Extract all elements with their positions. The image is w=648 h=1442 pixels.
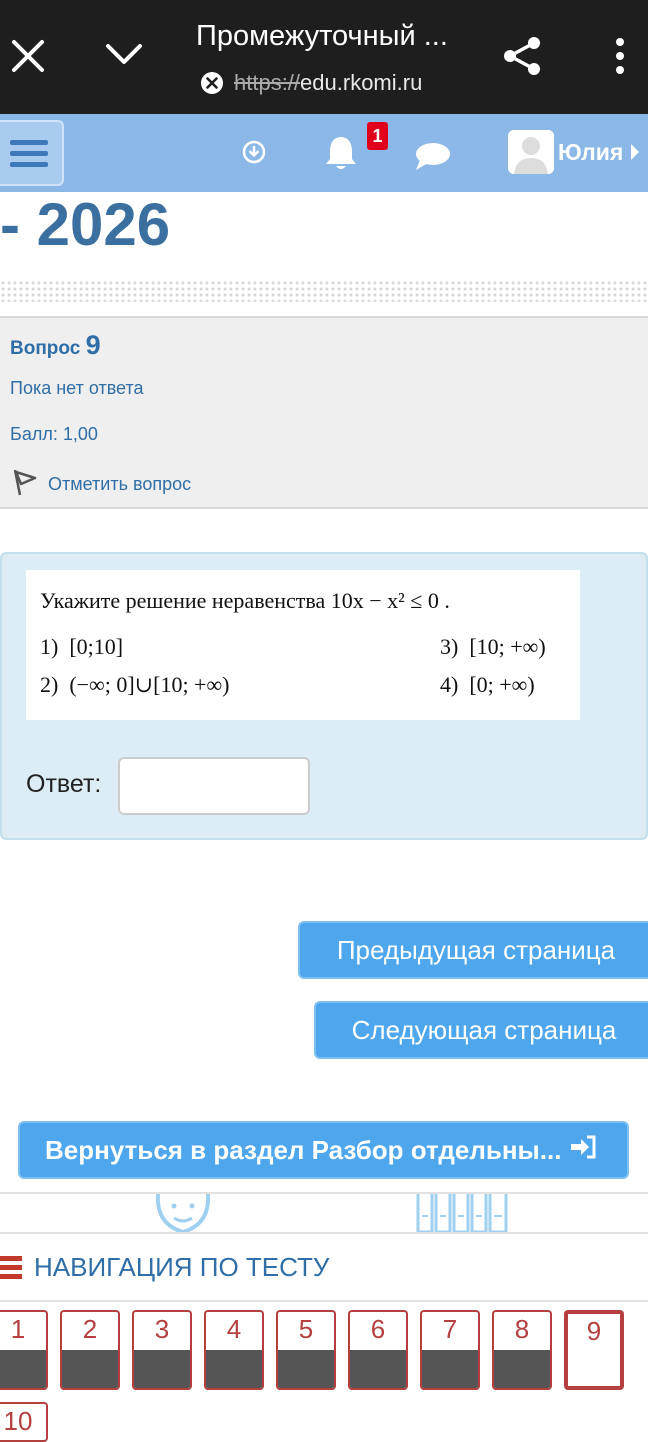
return-to-section-button[interactable]: Вернуться в раздел Разбор отдельны... — [18, 1121, 629, 1179]
page-heading: - 2026 — [0, 191, 171, 258]
quiz-nav-button-8[interactable]: 8 — [492, 1310, 552, 1390]
flag-icon — [12, 468, 38, 501]
quiz-nav-button-9[interactable]: 9 — [564, 1310, 624, 1390]
quiz-navigation-title: НАВИГАЦИЯ ПО ТЕСТУ — [0, 1252, 329, 1283]
decorative-strip — [0, 1192, 648, 1234]
question-number: Вопрос 9 — [10, 330, 101, 361]
previous-page-button[interactable]: Предыдущая страница — [298, 921, 648, 979]
quiz-nav-button-2[interactable]: 2 — [60, 1310, 120, 1390]
url-text: https://edu.rkomi.ru — [234, 70, 422, 96]
quiz-nav-button-7[interactable]: 7 — [420, 1310, 480, 1390]
option-4: 4) [0; +∞) — [440, 672, 535, 697]
question-label: Вопрос — [10, 338, 81, 359]
menu-icon[interactable] — [0, 120, 64, 186]
quiz-nav-button-6[interactable]: 6 — [348, 1310, 408, 1390]
notification-badge[interactable]: 1 — [367, 122, 388, 150]
quiz-nav-button-4[interactable]: 4 — [204, 1310, 264, 1390]
list-icon — [0, 1256, 22, 1279]
user-name: Юлия — [558, 138, 624, 165]
download-icon[interactable] — [242, 140, 266, 164]
dotted-divider — [0, 280, 648, 302]
option-3: 3) [10; +∞) — [440, 634, 546, 659]
question-state: Пока нет ответа — [10, 378, 144, 398]
option-1: 1) [0;10] — [40, 634, 124, 659]
address-bar[interactable]: https://edu.rkomi.ru — [200, 68, 422, 98]
url-scheme: https:// — [234, 70, 301, 95]
question-grade: Балл: 1,00 — [10, 424, 98, 444]
connection-warning-icon[interactable] — [200, 71, 224, 95]
quiz-navigation-label: НАВИГАЦИЯ ПО ТЕСТУ — [34, 1252, 330, 1282]
avatar — [508, 130, 554, 174]
chat-icon[interactable] — [414, 140, 452, 172]
question-prompt: Укажите решение неравенства 10x − x² ≤ 0… — [40, 588, 450, 613]
chevron-down-icon[interactable] — [104, 40, 144, 70]
return-to-section-label: Вернуться в раздел Разбор отдельны... — [45, 1134, 562, 1165]
more-options-icon[interactable] — [606, 36, 634, 76]
url-host: edu.rkomi.ru — [300, 70, 423, 95]
question-info-panel: Вопрос 9 Пока нет ответа Балл: 1,00 Отме… — [0, 316, 648, 509]
quiz-nav-button-1[interactable]: 1 — [0, 1310, 48, 1390]
answer-label: Ответ: — [26, 770, 102, 798]
next-page-button[interactable]: Следующая страница — [314, 1001, 648, 1059]
caret-right-icon — [631, 144, 640, 160]
browser-toolbar: Промежуточный ... https://edu.rkomi.ru — [0, 0, 648, 114]
flag-question-label: Отметить вопрос — [48, 474, 192, 494]
answer-input[interactable] — [118, 757, 310, 815]
divider — [0, 1300, 648, 1302]
flag-question-link[interactable]: Отметить вопрос — [12, 468, 191, 501]
quiz-nav-button-5[interactable]: 5 — [276, 1310, 336, 1390]
question-image: Укажите решение неравенства 10x − x² ≤ 0… — [26, 570, 580, 720]
option-2: 2) (−∞; 0]∪[10; +∞) — [40, 672, 230, 697]
close-icon[interactable] — [10, 34, 46, 78]
quiz-nav-button-10[interactable]: 10 — [0, 1402, 48, 1442]
bell-icon[interactable] — [323, 134, 359, 172]
question-number-value: 9 — [85, 330, 101, 360]
bookshelf-illustration-icon — [416, 1194, 508, 1232]
page-title: Промежуточный ... — [196, 20, 448, 52]
quiz-nav-button-3[interactable]: 3 — [132, 1310, 192, 1390]
face-illustration-icon — [155, 1194, 211, 1232]
share-icon[interactable] — [502, 34, 542, 78]
user-menu[interactable]: Юлия — [508, 130, 640, 174]
sign-in-icon — [569, 1135, 597, 1166]
